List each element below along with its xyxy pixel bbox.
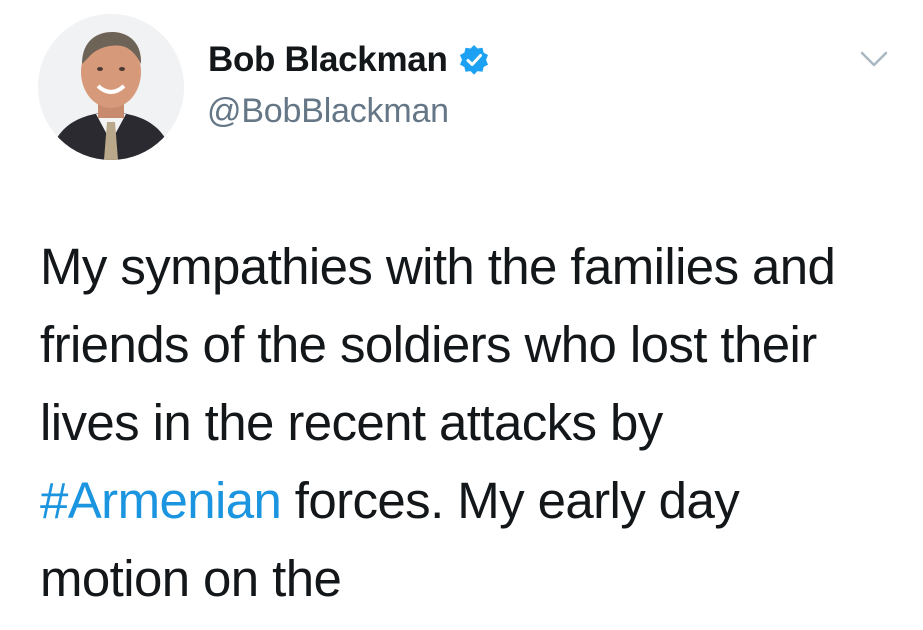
chevron-down-icon[interactable] [858, 48, 890, 70]
tweet-text: My sympathies with the families and frie… [40, 228, 900, 618]
hashtag-link[interactable]: #Armenian [40, 472, 282, 529]
author-name-row: Bob Blackman [208, 40, 490, 80]
tweet-card: Bob Blackman @BobBlackman My sympathies … [0, 0, 923, 630]
tweet-text-before: My sympathies with the families and frie… [40, 238, 836, 451]
avatar-image [38, 14, 184, 160]
author-display-name[interactable]: Bob Blackman [208, 40, 448, 80]
verified-badge-icon [458, 44, 490, 76]
author-handle[interactable]: @BobBlackman [207, 92, 449, 131]
avatar[interactable] [38, 14, 184, 160]
